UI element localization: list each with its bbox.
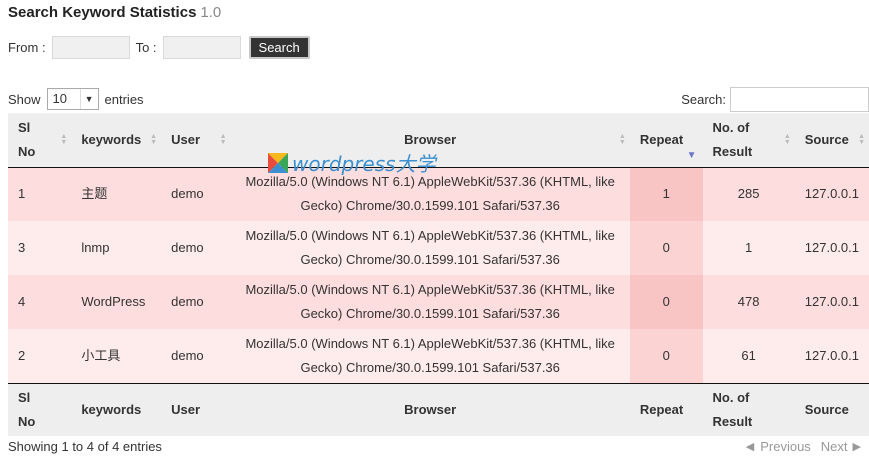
column-header-repeat[interactable]: Repeat ▼ (629, 113, 703, 168)
entries-select[interactable]: 10 ▼ (46, 88, 99, 110)
cell-browser: Mozilla/5.0 (Windows NT 6.1) AppleWebKit… (230, 329, 630, 384)
footer-header-no-of-result: No. of Result (702, 382, 795, 436)
cell-no-of-result: 1 (702, 221, 795, 275)
cell-sl-no: 4 (8, 275, 72, 329)
table-row: 3 lnmp demo Mozilla/5.0 (Windows NT 6.1)… (8, 221, 869, 275)
column-header-keywords-label: keywords (81, 131, 142, 147)
cell-sl-no: 3 (8, 221, 72, 275)
cell-no-of-result: 478 (702, 275, 795, 329)
cell-user: demo (161, 167, 231, 221)
previous-button[interactable]: ◀ Previous (746, 439, 811, 454)
cell-no-of-result: 285 (702, 167, 795, 221)
cell-browser: Mozilla/5.0 (Windows NT 6.1) AppleWebKit… (230, 275, 630, 329)
cell-source: 127.0.0.1 (794, 329, 869, 384)
previous-label: Previous (760, 439, 811, 454)
footer-header-keywords: keywords (71, 382, 162, 436)
column-header-user[interactable]: User ▲ ▼ (161, 113, 231, 168)
cell-browser: Mozilla/5.0 (Windows NT 6.1) AppleWebKit… (230, 221, 630, 275)
cell-repeat: 0 (629, 275, 703, 329)
table-info: Showing 1 to 4 of 4 entries (8, 439, 162, 454)
cell-sl-no: 1 (8, 167, 72, 221)
sort-both-icon: ▲ ▼ (783, 132, 791, 146)
date-filter: From : To : Search (8, 36, 310, 59)
arrow-right-icon: ▶ (852, 441, 861, 453)
sort-both-icon: ▲ ▼ (618, 132, 626, 146)
table-search: Search: (681, 87, 869, 112)
wordpress-daxue-logo-icon (268, 152, 288, 173)
sort-both-icon: ▲ ▼ (219, 132, 227, 146)
from-date-input[interactable] (51, 36, 130, 59)
table-search-label: Search: (681, 92, 726, 107)
column-header-sl-no[interactable]: Sl No ▲ ▼ (8, 113, 72, 168)
chevron-down-icon: ▼ (79, 89, 98, 109)
footer-header-user: User (161, 382, 231, 436)
column-header-repeat-label: Repeat (639, 131, 684, 147)
cell-user: demo (161, 221, 231, 275)
footer-header-sl-no: Sl No (8, 382, 72, 436)
footer-header-source: Source (794, 382, 869, 436)
column-header-browser-label: Browser (404, 131, 457, 147)
table-footer-header: Sl No keywords User Browser Repeat No. o… (8, 382, 869, 436)
footer-header-no-of-result-label: No. of Result (712, 389, 753, 429)
entries-length-control: Show 10 ▼ entries (8, 88, 144, 110)
cell-keyword: lnmp (71, 221, 162, 275)
to-date-input[interactable] (162, 36, 241, 59)
cell-source: 127.0.0.1 (794, 167, 869, 221)
next-button[interactable]: Next ▶ (821, 439, 861, 454)
column-header-source-label: Source (804, 131, 849, 147)
cell-repeat: 0 (629, 221, 703, 275)
cell-keyword: 主题 (71, 167, 162, 221)
cell-user: demo (161, 275, 231, 329)
column-header-no-of-result-label: No. of Result (712, 119, 753, 159)
sort-both-icon: ▲ ▼ (60, 132, 68, 146)
watermark-text: wordpress大学 (292, 152, 436, 176)
footer-header-repeat: Repeat (629, 382, 703, 436)
entries-select-value: 10 (52, 91, 67, 106)
sort-descending-icon: ▼ (686, 150, 697, 162)
cell-keyword: 小工具 (71, 329, 162, 384)
column-header-source[interactable]: Source ▲ ▼ (794, 113, 869, 168)
entries-label: entries (104, 91, 144, 107)
sort-both-icon: ▲ ▼ (150, 132, 158, 146)
table-row: 1 主题 demo Mozilla/5.0 (Windows NT 6.1) A… (8, 167, 869, 221)
cell-sl-no: 2 (8, 329, 72, 384)
table-search-input[interactable] (730, 87, 869, 112)
column-header-user-label: User (171, 131, 201, 147)
cell-repeat: 1 (629, 167, 703, 221)
sort-both-icon: ▲ ▼ (858, 132, 865, 146)
keyword-statistics-table: Sl No ▲ ▼ keywords ▲ ▼ User ▲ ▼ Browser ▲ ▼ Repe… (8, 113, 869, 436)
table-row: 2 小工具 demo Mozilla/5.0 (Windows NT 6.1) … (8, 329, 869, 384)
cell-user: demo (161, 329, 231, 384)
search-button[interactable]: Search (248, 36, 310, 59)
cell-source: 127.0.0.1 (794, 221, 869, 275)
version-label: 1.0 (200, 4, 222, 21)
column-header-sl-no-label: Sl No (18, 119, 36, 159)
column-header-no-of-result[interactable]: No. of Result ▲ ▼ (702, 113, 795, 168)
cell-repeat: 0 (629, 329, 703, 384)
table-row: 4 WordPress demo Mozilla/5.0 (Windows NT… (8, 275, 869, 329)
show-label: Show (8, 91, 41, 107)
watermark: wordpress大学 (268, 148, 436, 177)
arrow-left-icon: ◀ (745, 441, 755, 453)
from-label: From : (8, 40, 46, 55)
footer-header-browser: Browser (230, 382, 630, 436)
next-label: Next (820, 439, 848, 454)
page-title: Search Keyword Statistics 1.0 (8, 4, 221, 21)
cell-keyword: WordPress (71, 275, 162, 329)
footer-header-sl-no-label: Sl No (18, 389, 36, 429)
to-label: To : (135, 40, 157, 55)
pagination: ◀ Previous Next ▶ (736, 439, 861, 454)
cell-no-of-result: 61 (702, 329, 795, 384)
table-header: Sl No ▲ ▼ keywords ▲ ▼ User ▲ ▼ Browser ▲ ▼ Repe… (8, 113, 869, 168)
table-body: 1 主题 demo Mozilla/5.0 (Windows NT 6.1) A… (8, 167, 869, 384)
page-title-text: Search Keyword Statistics (8, 4, 197, 21)
column-header-keywords[interactable]: keywords ▲ ▼ (71, 113, 162, 168)
cell-source: 127.0.0.1 (794, 275, 869, 329)
